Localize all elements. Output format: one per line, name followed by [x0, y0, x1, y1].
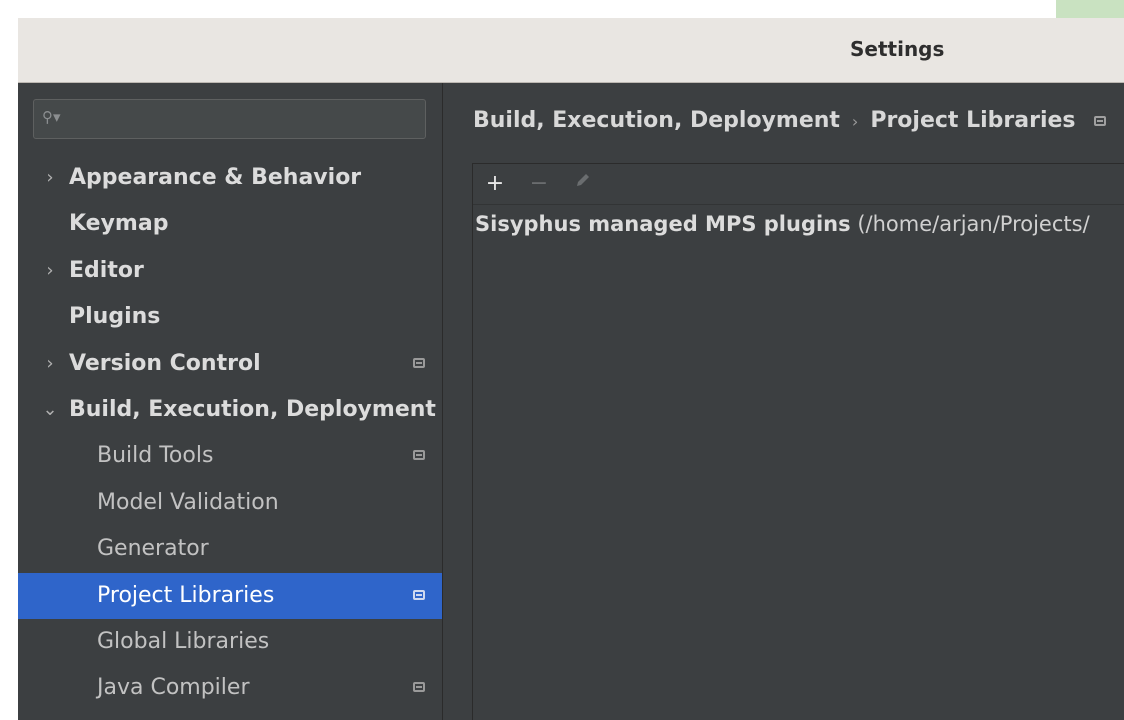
edit-library-button[interactable] — [574, 171, 592, 189]
sidebar-item-generator[interactable]: Generator — [18, 526, 442, 572]
settings-sidebar: ⚲▾ › Appearance & Behavior Keymap › Edit… — [18, 83, 442, 720]
sidebar-item-label: Plugins — [69, 304, 161, 330]
libraries-panel: + − Sisyphus managed MPS plugins (/home/… — [472, 163, 1124, 720]
search-box[interactable]: ⚲▾ — [33, 99, 426, 139]
sidebar-item-version-control[interactable]: › Version Control — [18, 341, 442, 387]
sidebar-item-build-execution-deployment[interactable]: ⌄ Build, Execution, Deployment — [18, 387, 442, 433]
breadcrumb-current: Project Libraries — [870, 108, 1076, 133]
title-bar[interactable]: Settings — [18, 18, 1124, 83]
sidebar-item-label: Project Libraries — [97, 582, 275, 608]
project-scope-icon — [413, 357, 425, 368]
sidebar-item-plugins[interactable]: Plugins — [18, 294, 442, 340]
sidebar-item-label: Version Control — [69, 350, 261, 376]
project-scope-icon — [413, 682, 425, 693]
chevron-right-icon[interactable]: › — [40, 155, 60, 201]
settings-content: Build, Execution, Deployment › Project Lib… — [442, 83, 1124, 720]
chevron-down-icon[interactable]: ⌄ — [40, 387, 60, 433]
search-icon[interactable]: ⚲▾ — [42, 108, 61, 126]
library-path: (/home/arjan/Projects/ — [850, 212, 1090, 236]
sidebar-item-label: Model Validation — [97, 489, 279, 515]
settings-window: Settings ⚲▾ › Appearance & Behavior Keym… — [18, 18, 1124, 720]
search-input[interactable] — [70, 106, 414, 134]
background-accent — [1056, 0, 1124, 18]
window-title: Settings — [850, 37, 945, 61]
sidebar-item-appearance-behavior[interactable]: › Appearance & Behavior — [18, 155, 442, 201]
breadcrumb-separator: › — [851, 112, 859, 131]
library-name: Sisyphus managed MPS plugins — [475, 212, 851, 236]
breadcrumb: Build, Execution, Deployment › Project Lib… — [473, 105, 1106, 137]
sidebar-item-label: Global Libraries — [97, 628, 270, 654]
project-scope-icon — [413, 589, 425, 600]
remove-library-button[interactable]: − — [525, 170, 553, 198]
breadcrumb-parent[interactable]: Build, Execution, Deployment — [473, 108, 840, 133]
sidebar-item-label: Generator — [97, 536, 209, 562]
sidebar-item-label: Build Tools — [97, 443, 214, 469]
add-library-button[interactable]: + — [481, 170, 509, 198]
settings-tree: › Appearance & Behavior Keymap › Editor … — [18, 155, 442, 712]
sidebar-item-editor[interactable]: › Editor — [18, 248, 442, 294]
project-scope-icon — [1093, 116, 1106, 126]
sidebar-item-model-validation[interactable]: Model Validation — [18, 480, 442, 526]
sidebar-item-java-compiler[interactable]: Java Compiler — [18, 665, 442, 711]
sidebar-item-label: Editor — [69, 257, 144, 283]
sidebar-item-label: Keymap — [69, 211, 169, 237]
pencil-icon[interactable] — [569, 170, 597, 198]
chevron-right-icon[interactable]: › — [40, 248, 60, 294]
sidebar-item-project-libraries[interactable]: Project Libraries — [18, 572, 442, 619]
project-scope-icon — [413, 450, 425, 461]
sidebar-item-keymap[interactable]: Keymap — [18, 201, 442, 247]
sidebar-item-label: Appearance & Behavior — [69, 165, 362, 190]
sidebar-item-label: Java Compiler — [97, 675, 250, 701]
sidebar-item-build-tools[interactable]: Build Tools — [18, 433, 442, 479]
sidebar-item-global-libraries[interactable]: Global Libraries — [18, 619, 442, 665]
library-list-item[interactable]: Sisyphus managed MPS plugins (/home/arja… — [473, 208, 1124, 240]
libraries-toolbar: + − — [473, 164, 1124, 205]
sidebar-item-label: Build, Execution, Deployment — [69, 396, 436, 422]
chevron-right-icon[interactable]: › — [40, 341, 60, 387]
